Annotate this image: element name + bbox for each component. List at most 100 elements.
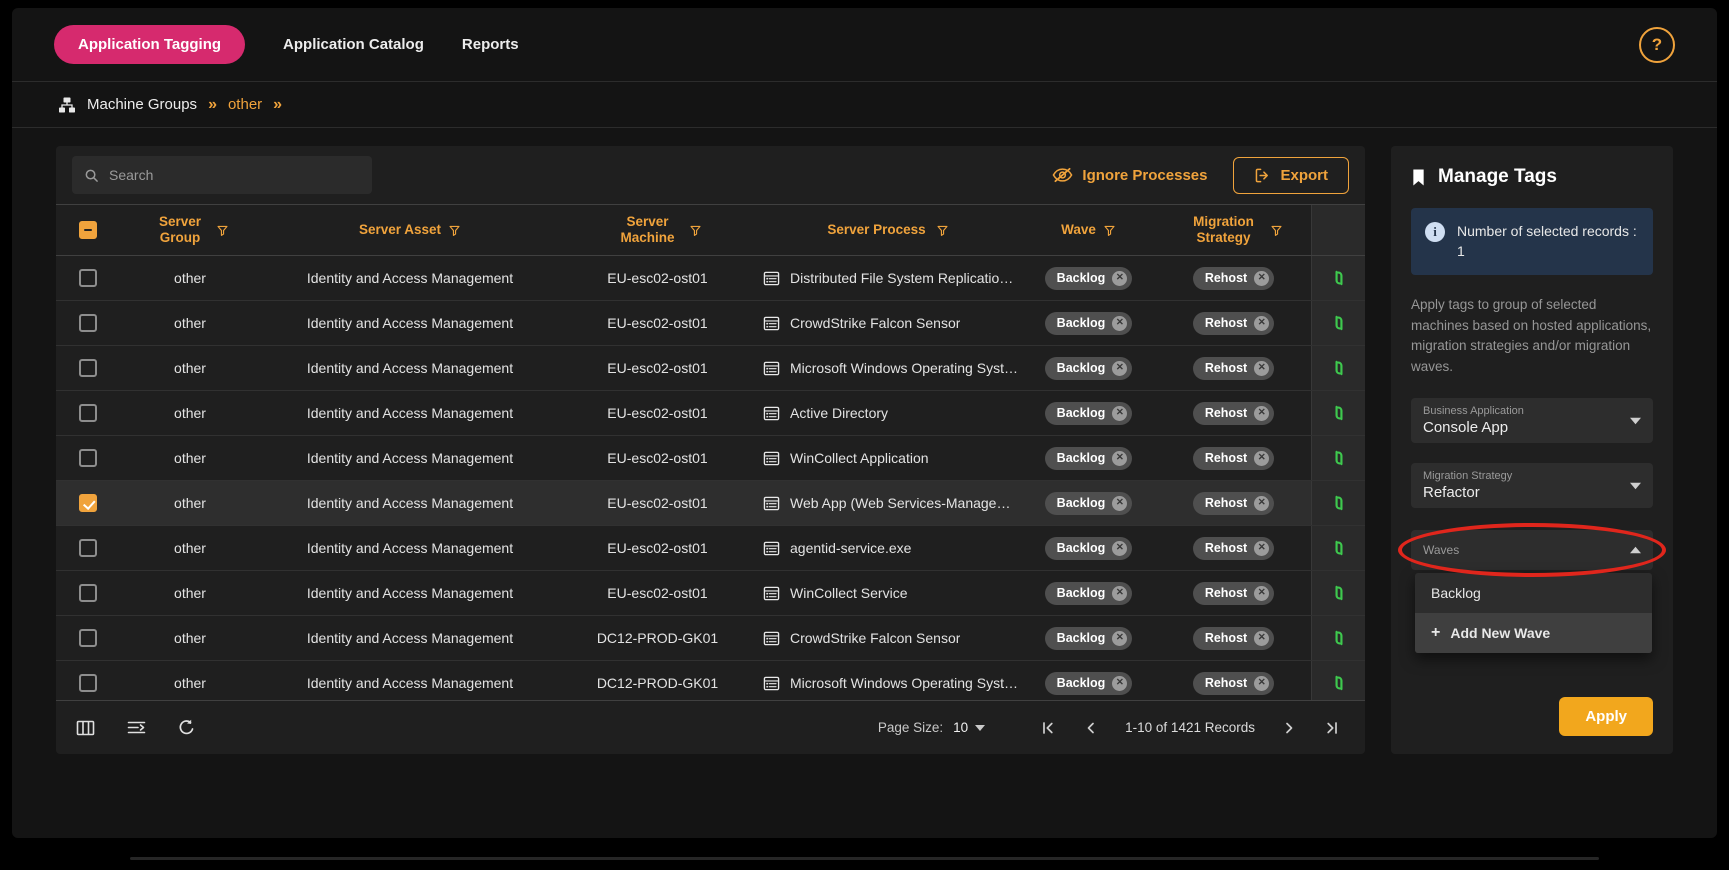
remove-strategy-icon[interactable]: ✕: [1254, 631, 1269, 646]
remove-strategy-icon[interactable]: ✕: [1254, 541, 1269, 556]
row-actions-cell[interactable]: [1311, 301, 1365, 345]
remove-wave-icon[interactable]: ✕: [1112, 451, 1127, 466]
previous-page-button[interactable]: [1085, 721, 1095, 735]
row-checkbox[interactable]: [79, 494, 97, 512]
column-header-server-group[interactable]: Server Group: [120, 205, 260, 255]
export-button[interactable]: Export: [1233, 157, 1349, 194]
columns-toggle-button[interactable]: [76, 719, 95, 737]
remove-wave-icon[interactable]: ✕: [1112, 631, 1127, 646]
remove-wave-icon[interactable]: ✕: [1112, 676, 1127, 691]
wave-chip[interactable]: Backlog ✕: [1045, 357, 1133, 380]
filter-icon[interactable]: [1103, 224, 1116, 237]
search-box[interactable]: [72, 156, 372, 194]
row-checkbox[interactable]: [79, 269, 97, 287]
next-page-button[interactable]: [1285, 721, 1295, 735]
table-row[interactable]: other Identity and Access Management EU-…: [56, 571, 1365, 616]
table-row[interactable]: other Identity and Access Management EU-…: [56, 301, 1365, 346]
row-checkbox[interactable]: [79, 359, 97, 377]
tab-reports[interactable]: Reports: [462, 36, 519, 53]
remove-strategy-icon[interactable]: ✕: [1254, 451, 1269, 466]
wave-chip[interactable]: Backlog ✕: [1045, 492, 1133, 515]
business-application-select[interactable]: Business Application Console App: [1411, 398, 1653, 443]
view-processes-icon[interactable]: [1330, 539, 1348, 557]
filter-icon[interactable]: [216, 224, 229, 237]
strategy-chip[interactable]: Rehost ✕: [1193, 582, 1274, 605]
remove-strategy-icon[interactable]: ✕: [1254, 406, 1269, 421]
migration-strategy-select[interactable]: Migration Strategy Refactor: [1411, 463, 1653, 508]
remove-strategy-icon[interactable]: ✕: [1254, 271, 1269, 286]
strategy-chip[interactable]: Rehost ✕: [1193, 267, 1274, 290]
wave-chip[interactable]: Backlog ✕: [1045, 402, 1133, 425]
strategy-chip[interactable]: Rehost ✕: [1193, 447, 1274, 470]
row-actions-cell[interactable]: [1311, 481, 1365, 525]
row-checkbox[interactable]: [79, 404, 97, 422]
row-actions-cell[interactable]: [1311, 256, 1365, 300]
remove-wave-icon[interactable]: ✕: [1112, 316, 1127, 331]
table-row[interactable]: other Identity and Access Management EU-…: [56, 481, 1365, 526]
select-all-checkbox[interactable]: [79, 221, 97, 239]
column-header-server-machine[interactable]: Server Machine: [560, 205, 755, 255]
row-checkbox[interactable]: [79, 314, 97, 332]
column-header-server-process[interactable]: Server Process: [755, 205, 1021, 255]
filter-icon[interactable]: [689, 224, 702, 237]
remove-wave-icon[interactable]: ✕: [1112, 361, 1127, 376]
table-row[interactable]: other Identity and Access Management DC1…: [56, 616, 1365, 661]
row-actions-cell[interactable]: [1311, 436, 1365, 480]
row-actions-cell[interactable]: [1311, 526, 1365, 570]
ignore-processes-button[interactable]: Ignore Processes: [1052, 167, 1207, 184]
column-header-wave[interactable]: Wave: [1021, 205, 1156, 255]
remove-wave-icon[interactable]: ✕: [1112, 586, 1127, 601]
strategy-chip[interactable]: Rehost ✕: [1193, 492, 1274, 515]
row-actions-cell[interactable]: [1311, 391, 1365, 435]
filter-icon[interactable]: [448, 224, 461, 237]
help-button[interactable]: ?: [1639, 27, 1675, 63]
breadcrumb-other[interactable]: other: [228, 96, 262, 113]
remove-wave-icon[interactable]: ✕: [1112, 406, 1127, 421]
wave-chip[interactable]: Backlog ✕: [1045, 537, 1133, 560]
row-actions-cell[interactable]: [1311, 571, 1365, 615]
strategy-chip[interactable]: Rehost ✕: [1193, 672, 1274, 695]
remove-strategy-icon[interactable]: ✕: [1254, 316, 1269, 331]
table-row[interactable]: other Identity and Access Management DC1…: [56, 661, 1365, 700]
view-processes-icon[interactable]: [1330, 359, 1348, 377]
view-processes-icon[interactable]: [1330, 404, 1348, 422]
row-density-button[interactable]: [127, 720, 146, 735]
refresh-button[interactable]: [178, 719, 195, 737]
view-processes-icon[interactable]: [1330, 449, 1348, 467]
remove-wave-icon[interactable]: ✕: [1112, 541, 1127, 556]
view-processes-icon[interactable]: [1330, 494, 1348, 512]
wave-chip[interactable]: Backlog ✕: [1045, 582, 1133, 605]
strategy-chip[interactable]: Rehost ✕: [1193, 537, 1274, 560]
strategy-chip[interactable]: Rehost ✕: [1193, 402, 1274, 425]
view-processes-icon[interactable]: [1330, 314, 1348, 332]
page-size-select[interactable]: 10: [953, 720, 985, 735]
remove-strategy-icon[interactable]: ✕: [1254, 676, 1269, 691]
table-row[interactable]: other Identity and Access Management EU-…: [56, 256, 1365, 301]
wave-option-backlog[interactable]: Backlog: [1415, 573, 1652, 613]
filter-icon[interactable]: [936, 224, 949, 237]
wave-chip[interactable]: Backlog ✕: [1045, 267, 1133, 290]
filter-icon[interactable]: [1270, 224, 1283, 237]
row-checkbox[interactable]: [79, 449, 97, 467]
wave-chip[interactable]: Backlog ✕: [1045, 312, 1133, 335]
first-page-button[interactable]: [1041, 721, 1055, 735]
strategy-chip[interactable]: Rehost ✕: [1193, 312, 1274, 335]
table-row[interactable]: other Identity and Access Management EU-…: [56, 346, 1365, 391]
apply-button[interactable]: Apply: [1559, 697, 1653, 736]
row-checkbox[interactable]: [79, 539, 97, 557]
wave-chip[interactable]: Backlog ✕: [1045, 627, 1133, 650]
tab-application-tagging[interactable]: Application Tagging: [54, 25, 245, 64]
strategy-chip[interactable]: Rehost ✕: [1193, 357, 1274, 380]
waves-select[interactable]: Waves: [1411, 530, 1653, 570]
wave-chip[interactable]: Backlog ✕: [1045, 447, 1133, 470]
row-actions-cell[interactable]: [1311, 661, 1365, 700]
row-actions-cell[interactable]: [1311, 616, 1365, 660]
remove-strategy-icon[interactable]: ✕: [1254, 586, 1269, 601]
column-header-migration-strategy[interactable]: Migration Strategy: [1156, 205, 1311, 255]
view-processes-icon[interactable]: [1330, 584, 1348, 602]
table-row[interactable]: other Identity and Access Management EU-…: [56, 436, 1365, 481]
remove-strategy-icon[interactable]: ✕: [1254, 496, 1269, 511]
breadcrumb-machine-groups[interactable]: Machine Groups: [87, 96, 197, 113]
remove-wave-icon[interactable]: ✕: [1112, 496, 1127, 511]
last-page-button[interactable]: [1325, 721, 1339, 735]
